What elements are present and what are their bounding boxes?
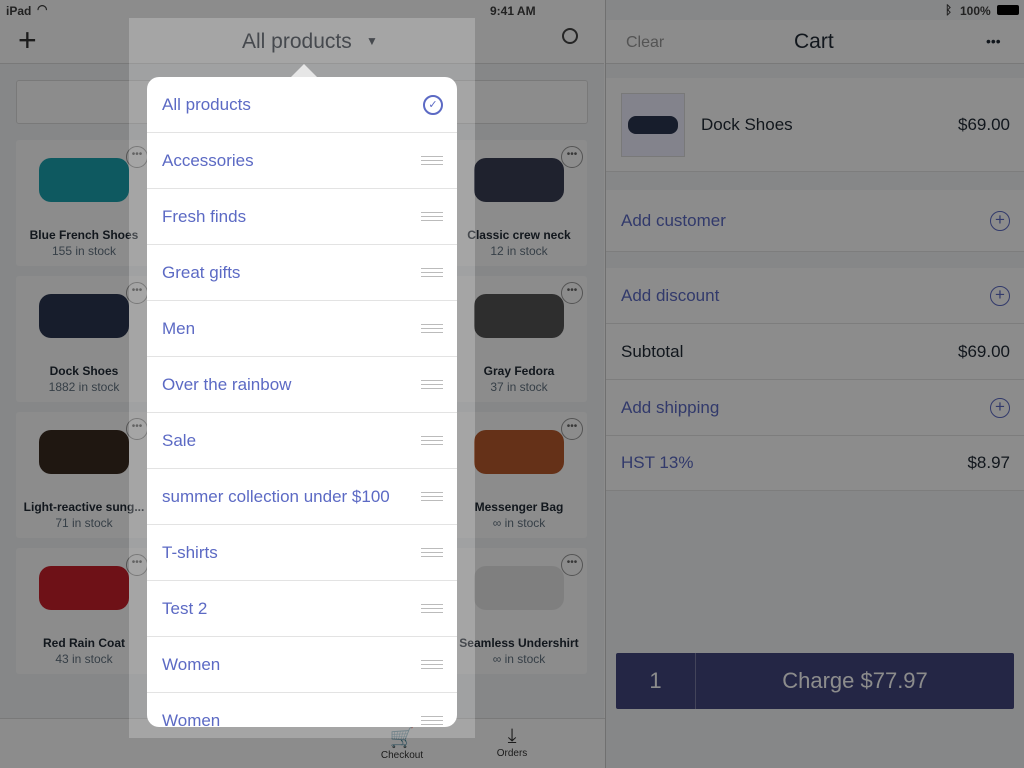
collection-label: Women bbox=[162, 710, 221, 728]
collection-item[interactable]: Test 2 bbox=[147, 581, 457, 637]
drag-handle-icon[interactable] bbox=[421, 548, 443, 557]
collection-item[interactable]: All products ✓ bbox=[147, 77, 457, 133]
collection-label: Men bbox=[162, 318, 196, 338]
drag-handle-icon[interactable] bbox=[421, 324, 443, 333]
battery-level: 100% bbox=[960, 4, 991, 18]
collection-label: Test 2 bbox=[162, 598, 208, 618]
clock: 9:41 AM bbox=[490, 4, 536, 18]
drag-handle-icon[interactable] bbox=[421, 492, 443, 501]
collection-item[interactable]: Sale bbox=[147, 413, 457, 469]
collection-label: Sale bbox=[162, 430, 197, 450]
collection-item[interactable]: Women bbox=[147, 693, 457, 727]
drag-handle-icon[interactable] bbox=[421, 436, 443, 445]
drag-handle-icon[interactable] bbox=[421, 268, 443, 277]
device-label: iPad bbox=[6, 4, 32, 18]
collection-item[interactable]: Fresh finds bbox=[147, 189, 457, 245]
collection-item[interactable]: Great gifts bbox=[147, 245, 457, 301]
status-bar: iPad ◠ 9:41 AM ᛒ 100% bbox=[0, 0, 1024, 20]
collection-label: T-shirts bbox=[162, 542, 218, 562]
collection-item[interactable]: T-shirts bbox=[147, 525, 457, 581]
battery-icon bbox=[997, 5, 1019, 15]
drag-handle-icon[interactable] bbox=[421, 380, 443, 389]
collection-item[interactable]: Over the rainbow bbox=[147, 357, 457, 413]
collection-label: summer collection under $100 bbox=[162, 486, 390, 506]
drag-handle-icon[interactable] bbox=[421, 660, 443, 669]
collection-item[interactable]: Women bbox=[147, 637, 457, 693]
drag-handle-icon[interactable] bbox=[421, 156, 443, 165]
drag-handle-icon[interactable] bbox=[421, 604, 443, 613]
collection-item[interactable]: Accessories bbox=[147, 133, 457, 189]
collection-label: Women bbox=[162, 654, 221, 674]
collection-label: Accessories bbox=[162, 150, 254, 170]
collection-label: Fresh finds bbox=[162, 206, 247, 226]
drag-handle-icon[interactable] bbox=[421, 716, 443, 725]
checkmark-icon: ✓ bbox=[423, 94, 443, 115]
collection-label: Great gifts bbox=[162, 262, 241, 282]
collection-item[interactable]: Men bbox=[147, 301, 457, 357]
bluetooth-icon: ᛒ bbox=[945, 3, 953, 17]
collection-popover: All products ✓ Accessories Fresh finds Great… bbox=[147, 77, 457, 727]
drag-handle-icon[interactable] bbox=[421, 212, 443, 221]
collection-label: All products bbox=[162, 94, 251, 114]
wifi-icon: ◠ bbox=[37, 2, 48, 16]
popover-arrow bbox=[290, 64, 318, 78]
collection-item[interactable]: summer collection under $100 bbox=[147, 469, 457, 525]
collection-label: Over the rainbow bbox=[162, 374, 292, 394]
